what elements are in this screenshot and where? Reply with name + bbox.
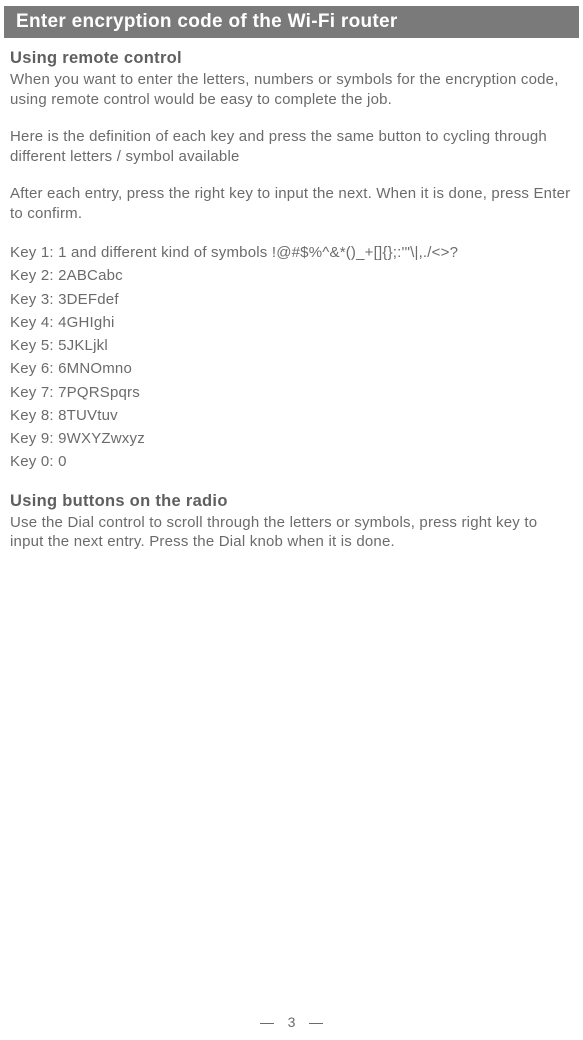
paragraph: Here is the definition of each key and p…: [10, 127, 573, 166]
page-number: 3: [280, 1014, 304, 1030]
paragraph: After each entry, press the right key to…: [10, 184, 573, 223]
key-def-1: Key 1: 1 and different kind of symbols !…: [10, 241, 573, 264]
page-title: Enter encryption code of the Wi-Fi route…: [16, 11, 398, 32]
key-def-6: Key 6: 6MNOmno: [10, 357, 573, 380]
paragraph: Use the Dial control to scroll through t…: [10, 513, 573, 552]
paragraph: When you want to enter the letters, numb…: [10, 70, 573, 109]
key-definitions-list: Key 1: 1 and different kind of symbols !…: [10, 241, 573, 474]
page-content: Using remote control When you want to en…: [0, 38, 583, 552]
key-def-4: Key 4: 4GHIghi: [10, 311, 573, 334]
key-def-2: Key 2: 2ABCabc: [10, 264, 573, 287]
key-def-9: Key 9: 9WXYZwxyz: [10, 427, 573, 450]
section-heading-radio: Using buttons on the radio: [10, 492, 573, 511]
key-def-3: Key 3: 3DEFdef: [10, 288, 573, 311]
page-footer: 3: [0, 1014, 583, 1030]
key-def-8: Key 8: 8TUVtuv: [10, 404, 573, 427]
key-def-5: Key 5: 5JKLjkl: [10, 334, 573, 357]
page-header-bar: Enter encryption code of the Wi-Fi route…: [4, 6, 579, 38]
key-def-7: Key 7: 7PQRSpqrs: [10, 381, 573, 404]
footer-dash-left: [260, 1023, 274, 1024]
footer-dash-right: [309, 1023, 323, 1024]
key-def-0: Key 0: 0: [10, 450, 573, 473]
section-heading-remote: Using remote control: [10, 49, 573, 68]
